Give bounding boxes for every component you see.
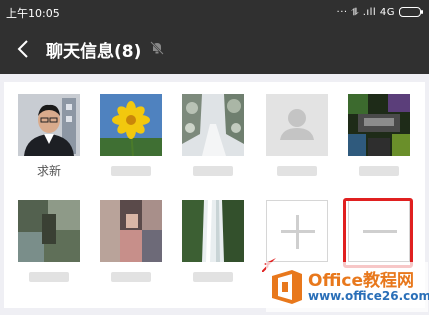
chat-info-title: 聊天信息(8) (46, 42, 142, 62)
member-name-blurred (111, 166, 151, 176)
status-time: 上午10:05 (6, 7, 60, 20)
nav-bar: 聊天信息(8) (0, 24, 429, 74)
member-avatar[interactable] (100, 94, 162, 156)
watermark: Office教程网 www.office26.com (266, 262, 429, 312)
status-bar: 上午10:05 ··· ⥮ .ıll 4G (0, 0, 429, 24)
member-avatar[interactable] (18, 94, 80, 156)
member-item[interactable] (100, 94, 162, 176)
member-item[interactable] (266, 94, 328, 176)
member-name: 求新 (36, 164, 61, 178)
office-logo-icon (272, 270, 302, 304)
network-indicator: ··· ⥮ .ıll 4G (336, 6, 395, 18)
member-name-blurred (29, 272, 69, 282)
member-item[interactable] (18, 200, 80, 282)
member-avatar[interactable] (18, 200, 80, 262)
back-arrow-icon[interactable] (14, 37, 34, 61)
default-avatar-icon[interactable] (266, 94, 328, 156)
member-name-blurred (359, 166, 399, 176)
watermark-title: Office教程网 (308, 271, 415, 291)
battery-icon (399, 7, 423, 17)
member-name-blurred (193, 272, 233, 282)
member-item[interactable] (348, 94, 410, 176)
add-member-button[interactable] (266, 200, 328, 262)
mute-bell-icon (150, 41, 164, 55)
member-avatar[interactable] (182, 94, 244, 156)
member-name-blurred (277, 166, 317, 176)
member-avatar[interactable] (182, 200, 244, 262)
member-item[interactable] (182, 200, 244, 282)
highlight-box (343, 198, 413, 268)
member-item[interactable] (182, 94, 244, 176)
member-item[interactable] (100, 200, 162, 282)
member-name-blurred (193, 166, 233, 176)
member-name-blurred (111, 272, 151, 282)
member-avatar[interactable] (348, 94, 410, 156)
member-avatar[interactable] (100, 200, 162, 262)
status-icons: ··· ⥮ .ıll 4G (336, 4, 423, 20)
member-item[interactable]: 求新 (18, 94, 80, 180)
watermark-url: www.office26.com (308, 289, 429, 303)
